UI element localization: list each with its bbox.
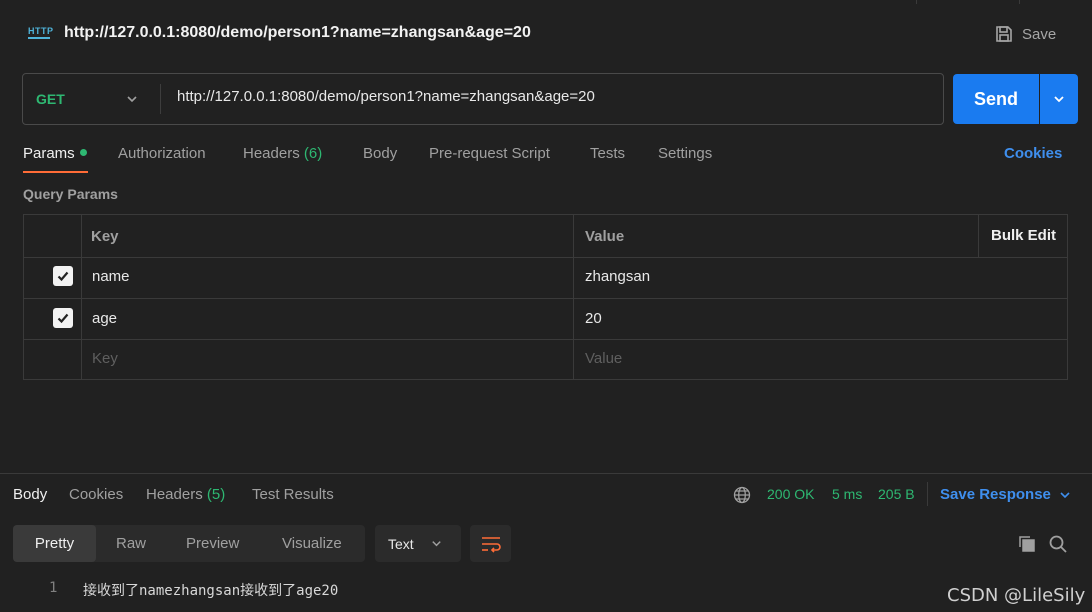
format-select-label: Text: [388, 535, 414, 552]
query-params-table: Key Value Bulk Edit name zhangsan age 20…: [23, 214, 1068, 380]
watermark: CSDN @LileSily: [947, 585, 1086, 606]
tab-headers-label: Headers: [243, 145, 300, 162]
col-divider: [81, 215, 82, 379]
tab-authorization[interactable]: Authorization: [118, 145, 206, 162]
line-number: 1: [49, 580, 58, 596]
chevron-down-icon: [1054, 96, 1064, 103]
save-button[interactable]: Save: [994, 22, 1056, 46]
save-label: Save: [1022, 25, 1057, 43]
checkmark-icon: [57, 313, 69, 324]
save-icon: [996, 26, 1012, 42]
response-tab-headers[interactable]: Headers (5): [146, 486, 225, 503]
view-pretty-button[interactable]: Pretty: [13, 525, 96, 562]
tab-headers[interactable]: Headers (6): [243, 145, 322, 162]
response-time[interactable]: 5 ms: [832, 486, 862, 502]
param-key[interactable]: name: [92, 268, 130, 285]
param-value[interactable]: 20: [585, 310, 602, 327]
response-size[interactable]: 205 B: [878, 486, 915, 502]
response-headers-count: (5): [206, 486, 226, 503]
active-tab-indicator: [23, 171, 88, 173]
globe-icon[interactable]: [733, 486, 751, 504]
send-button[interactable]: Send: [953, 74, 1039, 124]
wrap-lines-icon: [481, 536, 501, 553]
query-params-title: Query Params: [23, 186, 118, 202]
column-header-key: Key: [91, 228, 119, 245]
window-top-edge: [916, 0, 1020, 4]
bulk-edit-button[interactable]: Bulk Edit: [991, 227, 1056, 244]
copy-icon[interactable]: [1017, 534, 1037, 554]
new-param-key-input[interactable]: Key: [92, 350, 118, 367]
tab-settings[interactable]: Settings: [658, 145, 712, 162]
column-header-value: Value: [585, 228, 625, 245]
view-visualize-button[interactable]: Visualize: [282, 525, 342, 562]
response-body-line[interactable]: 接收到了namezhangsan接收到了age20: [83, 580, 338, 600]
status-code[interactable]: 200 OK: [767, 486, 814, 502]
row-divider: [24, 257, 1067, 258]
param-checkbox[interactable]: [53, 266, 73, 286]
param-value[interactable]: zhangsan: [585, 268, 650, 285]
new-param-value-input[interactable]: Value: [585, 350, 622, 367]
row-divider: [24, 339, 1067, 340]
request-title[interactable]: http://127.0.0.1:8080/demo/person1?name=…: [64, 24, 531, 42]
method-select[interactable]: GET: [36, 91, 65, 107]
view-preview-button[interactable]: Preview: [186, 525, 239, 562]
send-options-button[interactable]: [1040, 74, 1078, 124]
tab-params-label: Params: [23, 145, 75, 162]
tab-tests[interactable]: Tests: [590, 145, 625, 162]
checkmark-icon: [57, 271, 69, 282]
response-tab-cookies[interactable]: Cookies: [69, 486, 123, 503]
view-raw-button[interactable]: Raw: [116, 525, 146, 562]
param-key[interactable]: age: [92, 310, 117, 327]
format-select[interactable]: Text: [375, 525, 461, 562]
tab-params[interactable]: Params: [23, 145, 87, 162]
divider: [927, 482, 928, 506]
row-divider: [24, 298, 1067, 299]
param-checkbox[interactable]: [53, 308, 73, 328]
response-tab-body[interactable]: Body: [13, 486, 47, 503]
response-divider[interactable]: [0, 473, 1092, 474]
chevron-down-icon[interactable]: [1058, 488, 1072, 502]
col-divider: [573, 215, 574, 379]
chevron-down-icon[interactable]: [125, 92, 139, 106]
params-active-dot: [79, 148, 87, 156]
response-headers-label: Headers: [146, 486, 203, 503]
cookies-link[interactable]: Cookies: [1004, 145, 1062, 162]
tab-body[interactable]: Body: [363, 145, 397, 162]
col-divider: [978, 215, 979, 257]
url-input[interactable]: [177, 88, 927, 105]
headers-count-badge: (6): [303, 145, 323, 162]
word-wrap-button[interactable]: [470, 525, 511, 562]
search-icon[interactable]: [1048, 534, 1068, 554]
divider: [160, 84, 161, 114]
tab-pre-request-script[interactable]: Pre-request Script: [429, 145, 550, 162]
response-tab-test-results[interactable]: Test Results: [252, 486, 334, 503]
save-response-button[interactable]: Save Response: [940, 486, 1051, 503]
chevron-down-icon: [431, 541, 441, 547]
http-request-icon: HTTP: [28, 25, 53, 43]
